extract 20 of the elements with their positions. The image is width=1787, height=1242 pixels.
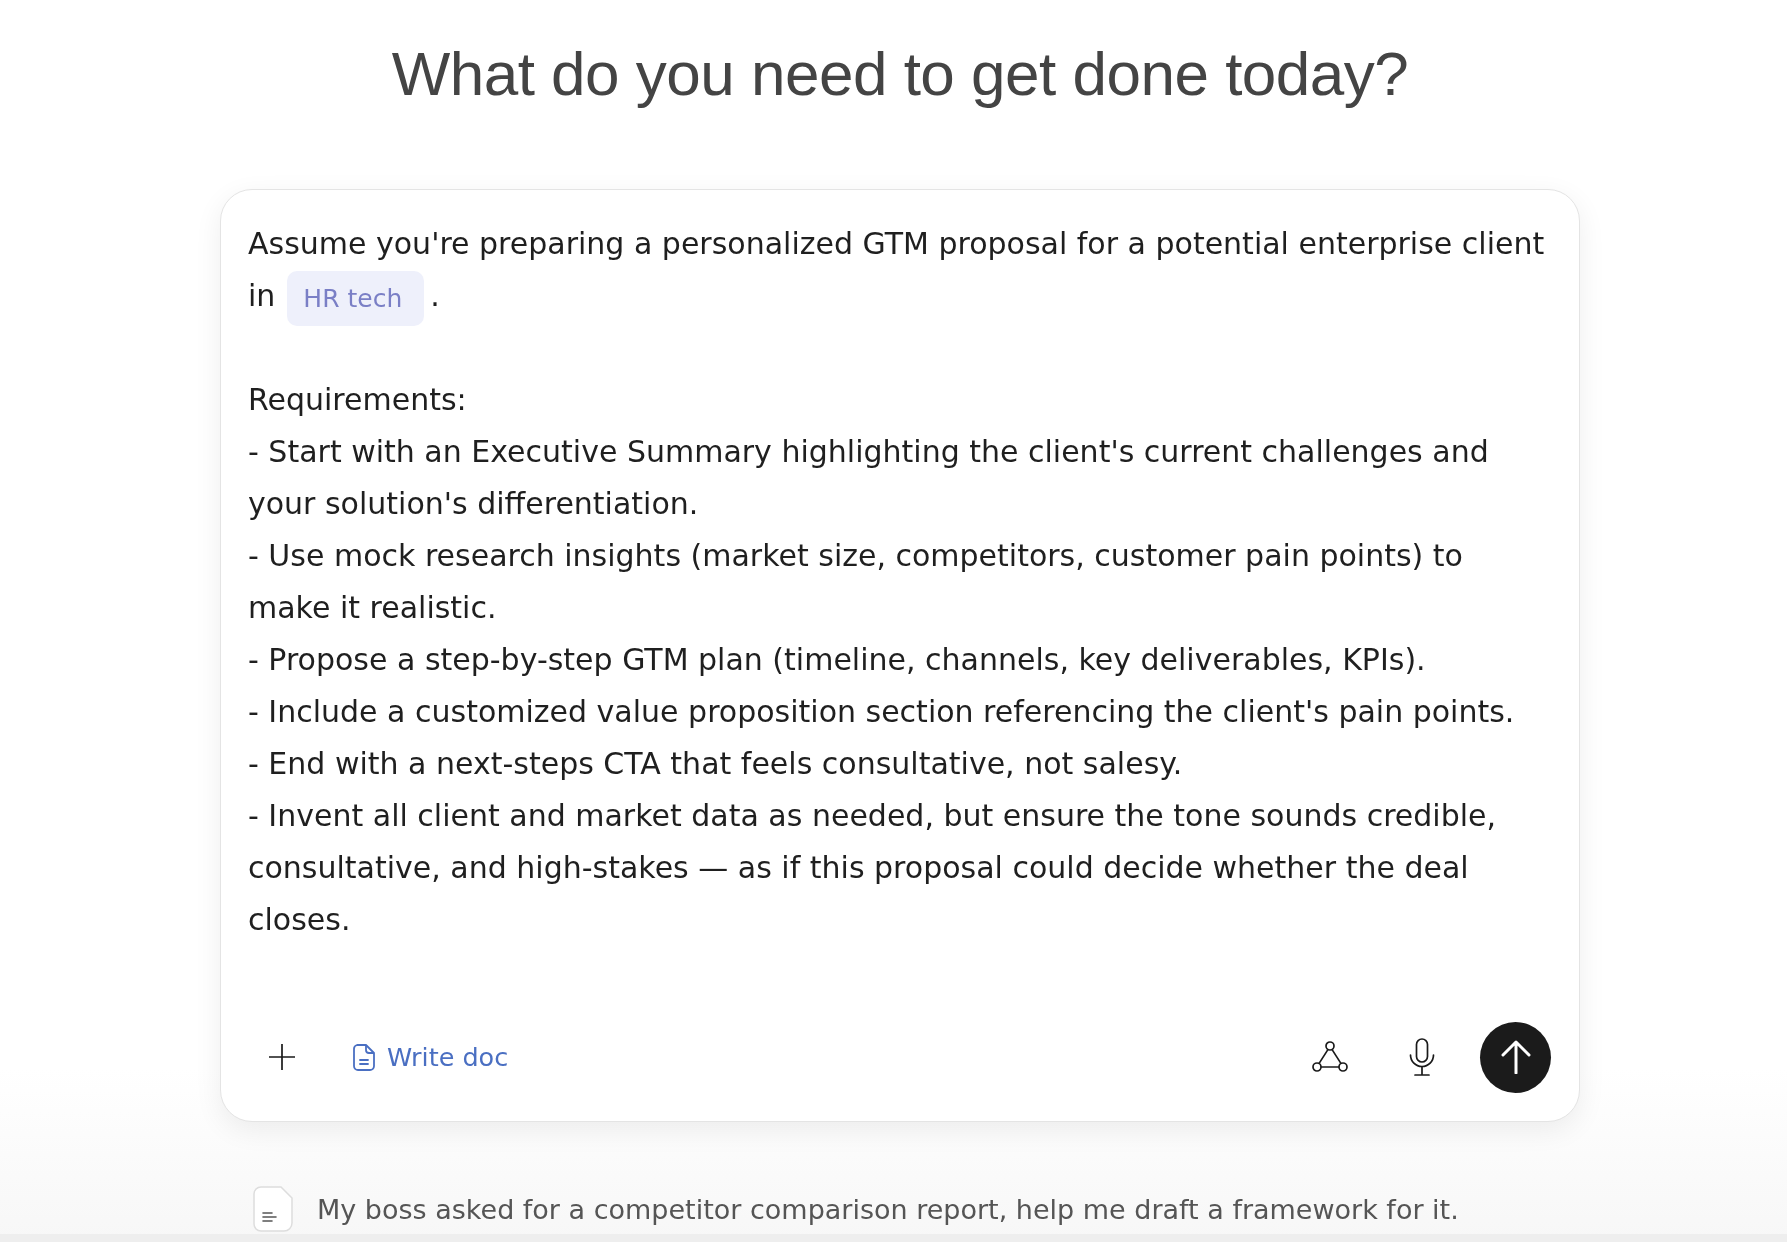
prompt-text: Assume you're preparing a personalized GTM proposal for a potential enterprise client: [248, 225, 1545, 263]
write-doc-button[interactable]: Write doc: [343, 1036, 519, 1078]
prompt-text: - Invent all client and market data as needed, but ensure the tone sounds credible, consultative, and high-stakes — as if this proposal could decide whether the deal closes.: [248, 797, 1498, 939]
prompt-text: - Start with an Executive Summary highlighting the client's current challenges and your solution's differentiation.: [248, 433, 1490, 523]
page-heading: What do you need to get done today?: [391, 38, 1409, 110]
plus-icon: [268, 1043, 296, 1071]
prompt-text: - Include a customized value proposition section referencing the client's pain points.: [248, 693, 1516, 731]
arrow-up-icon: [1500, 1040, 1531, 1074]
prompt-text: .: [430, 277, 440, 315]
prompt-text: - Propose a step-by-step GTM plan (timeline, channels, key deliverables, KPIs).: [248, 641, 1427, 679]
document-icon: [353, 1043, 375, 1071]
document-lines-icon: [253, 1186, 293, 1232]
microphone-icon: [1409, 1038, 1435, 1076]
suggestion-text[interactable]: My boss asked for a competitor comparison report, help me draft a framework for it.: [317, 1193, 1459, 1225]
prompt-text: in: [248, 277, 276, 315]
variable-field[interactable]: HR tech: [287, 270, 425, 326]
prompt-text: Requirements:: [248, 381, 468, 419]
prompt-text: - Use mock research insights (market size, competitors, customer pain points) to make it realistic.: [248, 537, 1464, 627]
prompt-text: - End with a next-steps CTA that feels consultative, not salesy.: [248, 745, 1184, 783]
connected-nodes-icon: [1312, 1041, 1348, 1073]
